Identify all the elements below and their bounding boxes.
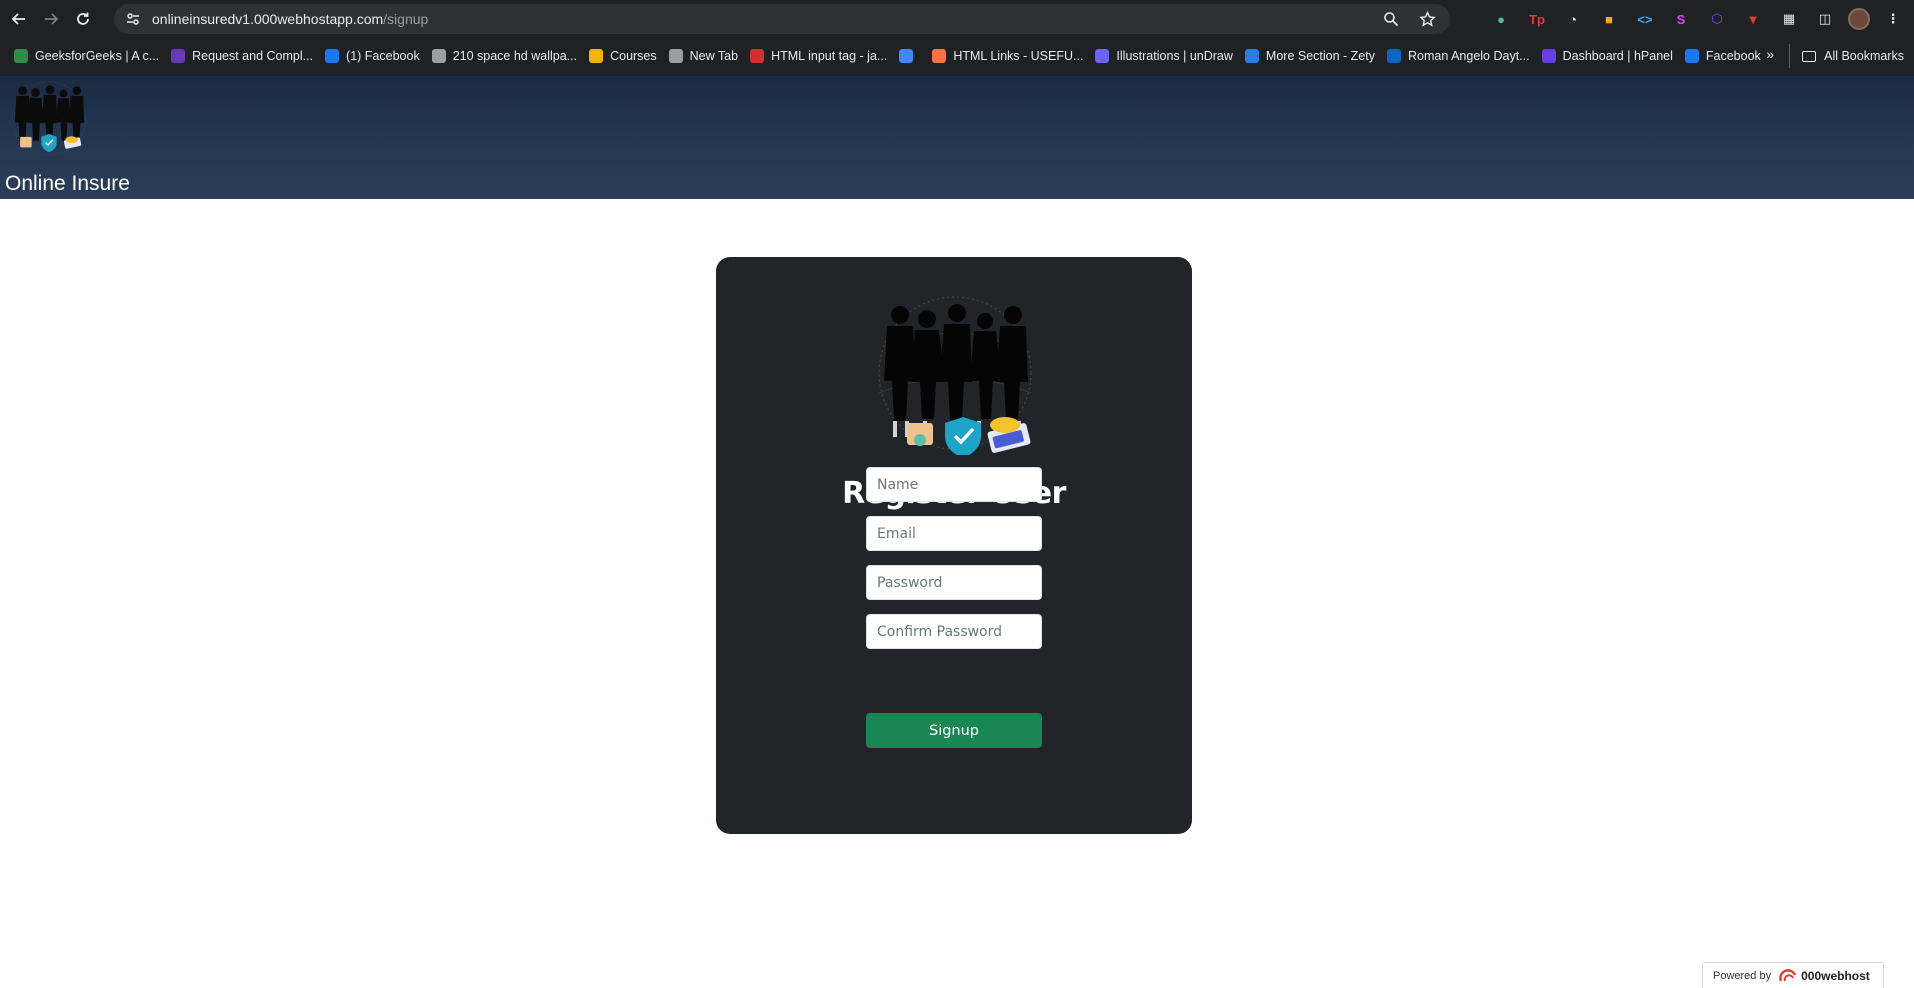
bookmark-item[interactable]: GeeksforGeeks | A c... xyxy=(8,44,165,68)
card-logo xyxy=(878,296,1032,455)
facebook-icon xyxy=(1684,49,1699,63)
bookmark-item[interactable]: 210 space hd wallpa... xyxy=(426,44,583,68)
url-text: onlineinsuredv1.000webhostapp.com/signup xyxy=(152,11,428,27)
all-bookmarks-label: All Bookmarks xyxy=(1824,49,1904,63)
bookmark-label: Illustrations | unDraw xyxy=(1116,49,1233,63)
extensions-puzzle-icon[interactable]: ▦ xyxy=(1776,6,1802,32)
bookmark-item[interactable]: More Section - Zety xyxy=(1239,44,1381,68)
extension-shield-icon[interactable]: ● xyxy=(1488,6,1514,32)
globe-icon xyxy=(431,49,446,63)
bookmark-item[interactable]: (1) Facebook xyxy=(319,44,426,68)
signup-button[interactable]: Signup xyxy=(866,713,1042,748)
browser-chrome: onlineinsuredv1.000webhostapp.com/signup… xyxy=(0,0,1914,76)
site-logo[interactable] xyxy=(4,80,94,158)
bookmark-label: New Tab xyxy=(689,49,739,63)
bookmarks-bar: GeeksforGeeks | A c... Request and Compl.… xyxy=(0,42,1914,70)
000webhost-logo-icon xyxy=(1779,968,1797,981)
geeksforgeeks-icon xyxy=(14,49,28,63)
profile-avatar[interactable] xyxy=(1848,8,1870,30)
folder-icon xyxy=(1802,50,1817,62)
linkedin-icon xyxy=(1387,49,1401,63)
bookmark-item[interactable]: Request and Compl... xyxy=(165,44,319,68)
extension-code-icon[interactable]: <> xyxy=(1632,6,1658,32)
extension-speed-icon[interactable]: ◔ xyxy=(1560,6,1586,32)
bookmark-label: More Section - Zety xyxy=(1265,49,1375,63)
register-card: Register User Signup xyxy=(716,257,1192,834)
site-info-icon[interactable] xyxy=(122,8,144,30)
extensions-row: ● Tp ◔ ■ <> S ⬡ ▼ ▦ ◫ ⋮ xyxy=(1488,6,1906,32)
calendar-icon xyxy=(899,49,914,63)
url-path: /signup xyxy=(383,11,429,27)
bookmark-item[interactable]: HTML Links - USEFU... xyxy=(926,44,1089,68)
bookmark-label: GeeksforGeeks | A c... xyxy=(35,49,160,63)
forms-icon xyxy=(171,49,186,63)
site-header: Online Insure xyxy=(0,76,1914,199)
globe-icon xyxy=(668,49,683,63)
extension-rss-icon[interactable]: ■ xyxy=(1596,6,1622,32)
bookmark-label: Facebook xyxy=(1705,49,1761,63)
bookmark-label: Request and Compl... xyxy=(192,49,314,63)
bookmark-item[interactable]: Facebook xyxy=(1679,44,1767,68)
extension-tp-icon[interactable]: Tp xyxy=(1524,6,1550,32)
facebook-icon xyxy=(325,49,340,63)
reload-button[interactable] xyxy=(70,6,96,32)
name-field[interactable] xyxy=(866,467,1042,502)
site-name[interactable]: Online Insure xyxy=(5,172,130,196)
bookmark-star-icon[interactable] xyxy=(1416,8,1438,30)
bookmark-label: Dashboard | hPanel xyxy=(1562,49,1673,63)
hostinger-icon xyxy=(1541,49,1556,63)
forward-button[interactable] xyxy=(38,6,64,32)
browser-toolbar: onlineinsuredv1.000webhostapp.com/signup… xyxy=(0,0,1914,38)
bookmark-item[interactable] xyxy=(893,44,926,68)
bookmark-item[interactable]: Illustrations | unDraw xyxy=(1089,44,1239,68)
host-brand-label: 000webhost xyxy=(1801,968,1870,983)
back-button[interactable] xyxy=(6,6,32,32)
bookmark-label: 210 space hd wallpa... xyxy=(452,49,578,63)
zety-icon xyxy=(1244,49,1259,63)
extension-s-icon[interactable]: S xyxy=(1668,6,1694,32)
powered-by-badge[interactable]: Powered by 000webhost xyxy=(1702,962,1884,988)
email-field[interactable] xyxy=(866,516,1042,551)
bookmark-label: HTML Links - USEFU... xyxy=(953,49,1084,63)
back-arrow-icon xyxy=(11,13,25,25)
reload-icon xyxy=(77,12,89,25)
browser-menu-icon[interactable]: ⋮ xyxy=(1880,6,1906,32)
bookmark-label: Courses xyxy=(610,49,657,63)
javatpoint-icon xyxy=(750,49,765,63)
side-panel-icon[interactable]: ◫ xyxy=(1812,6,1838,32)
bookmarks-overflow-icon[interactable]: » xyxy=(1766,46,1774,62)
bookmark-item[interactable]: Roman Angelo Dayt... xyxy=(1381,44,1536,68)
url-host: onlineinsuredv1.000webhostapp.com xyxy=(152,11,384,27)
bookmark-label: HTML input tag - ja... xyxy=(771,49,888,63)
password-field[interactable] xyxy=(866,565,1042,600)
address-bar[interactable]: onlineinsuredv1.000webhostapp.com/signup xyxy=(114,4,1450,34)
confirm-password-field[interactable] xyxy=(866,614,1042,649)
powered-by-label: Powered by xyxy=(1713,969,1772,982)
bookmark-label: Roman Angelo Dayt... xyxy=(1408,49,1530,63)
undraw-icon xyxy=(1095,49,1110,63)
bookmark-item[interactable]: HTML input tag - ja... xyxy=(744,44,893,68)
bookmark-item[interactable]: Dashboard | hPanel xyxy=(1536,44,1679,68)
extension-hex-icon[interactable]: ⬡ xyxy=(1704,6,1730,32)
forward-arrow-icon xyxy=(45,13,59,25)
bookmark-item[interactable]: New Tab xyxy=(663,44,744,68)
all-bookmarks-button[interactable]: All Bookmarks xyxy=(1789,44,1904,68)
links-icon xyxy=(932,49,947,63)
host-brand: 000webhost xyxy=(1779,969,1870,983)
bookmark-item[interactable]: Courses xyxy=(583,44,663,68)
bookmark-label: (1) Facebook xyxy=(346,49,420,63)
zoom-icon[interactable] xyxy=(1380,8,1402,30)
extension-brave-shield-icon[interactable]: ▼ xyxy=(1740,6,1766,32)
classroom-icon xyxy=(589,49,604,63)
